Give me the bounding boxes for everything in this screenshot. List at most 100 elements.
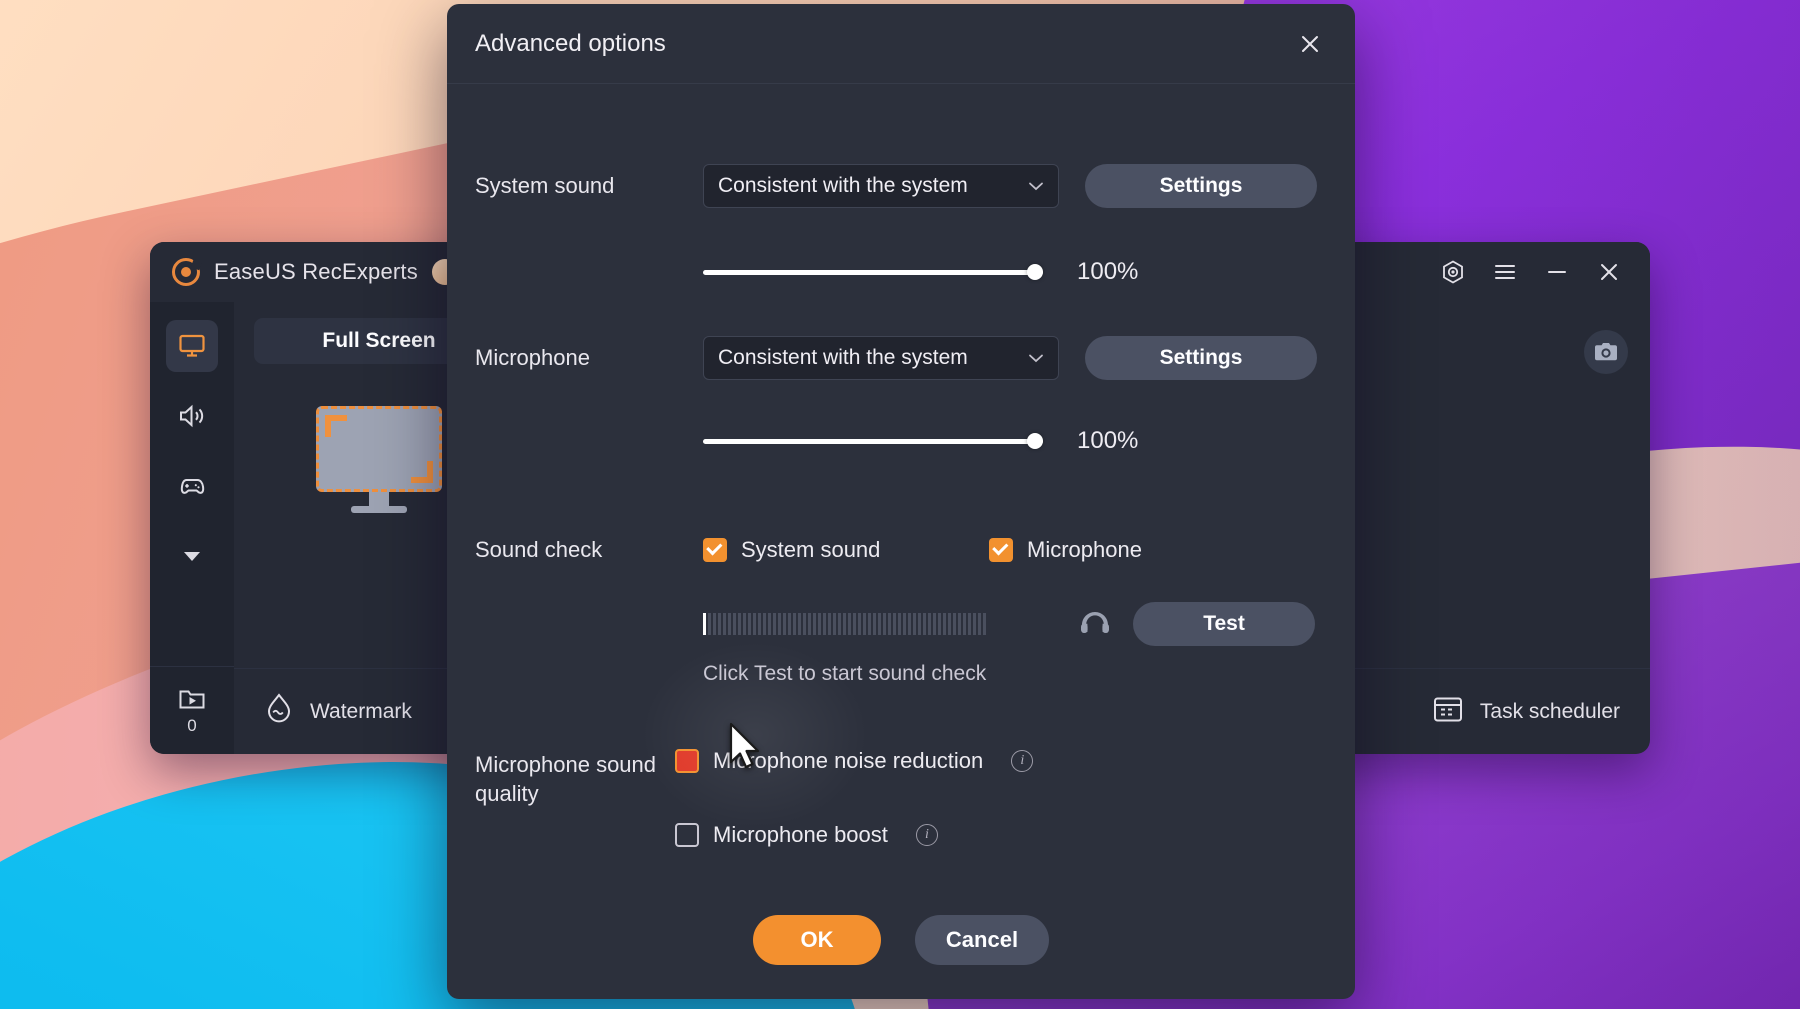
meter-segment [943, 613, 946, 636]
mic-quality-row: Microphone sound quality Microphone nois… [475, 748, 1327, 848]
meter-segment [843, 613, 846, 636]
meter-segment [818, 613, 821, 636]
meter-segment [773, 613, 776, 636]
sound-level-meter [703, 613, 1043, 636]
task-scheduler-label: Task scheduler [1479, 699, 1620, 723]
mic-quality-label: Microphone sound quality [475, 752, 657, 807]
microphone-select[interactable]: Consistent with the system [703, 336, 1059, 380]
desktop-wallpaper: EaseUS RecExperts 0 Full Screen Watermar… [0, 0, 1800, 1009]
mic-boost-checkbox[interactable] [675, 823, 699, 848]
cancel-button[interactable]: Cancel [915, 915, 1049, 965]
meter-segment [983, 613, 986, 636]
recordings-count: 0 [187, 715, 197, 735]
meter-segment [918, 613, 921, 636]
sidebar-item-recordings[interactable]: 0 [150, 666, 234, 754]
sound-check-microphone[interactable]: Microphone [989, 537, 1142, 563]
app-title: EaseUS RecExperts [214, 259, 418, 284]
sidebar-item-audio[interactable] [166, 390, 218, 442]
meter-segment [793, 613, 796, 636]
meter-segment [803, 613, 806, 636]
minimize-icon[interactable] [1534, 249, 1580, 295]
system-sound-select-value: Consistent with the system [718, 174, 968, 197]
meter-segment [873, 613, 876, 636]
sidebar-item-screen[interactable] [166, 320, 218, 372]
app-sidebar: 0 [150, 302, 234, 754]
dialog-footer: OK Cancel [447, 881, 1355, 999]
meter-segment [798, 613, 801, 636]
meter-segment [838, 613, 841, 636]
microphone-settings-button[interactable]: Settings [1085, 336, 1317, 380]
meter-segment [733, 613, 736, 636]
meter-segment [748, 613, 751, 636]
microphone-volume-row: 100% [475, 427, 1327, 455]
noise-reduction-row[interactable]: Microphone noise reduction i [675, 748, 1327, 774]
task-scheduler-button[interactable]: Task scheduler [1432, 694, 1620, 730]
system-sound-volume-row: 100% [475, 258, 1327, 286]
ok-button[interactable]: OK [753, 915, 881, 965]
meter-segment [913, 613, 916, 636]
easeus-logo-icon [172, 258, 200, 286]
slider-track [703, 438, 1043, 444]
meter-segment [948, 613, 951, 636]
menu-hamburger-icon[interactable] [1482, 249, 1528, 295]
close-icon[interactable] [1586, 249, 1632, 295]
system-sound-volume-value: 100% [1077, 258, 1139, 285]
watermark-label: Watermark [310, 699, 412, 723]
meter-segment [868, 613, 871, 636]
system-sound-checkbox[interactable] [703, 537, 727, 562]
info-icon[interactable]: i [915, 824, 938, 847]
advanced-options-dialog: Advanced options System sound Consistent… [447, 4, 1355, 999]
info-icon[interactable]: i [1011, 750, 1034, 773]
calendar-icon [1432, 694, 1464, 730]
meter-segment [738, 613, 741, 636]
camera-icon[interactable] [1584, 330, 1628, 374]
meter-segment [933, 613, 936, 636]
meter-segment [713, 613, 716, 636]
settings-gear-icon[interactable] [1430, 249, 1476, 295]
meter-segment [768, 613, 771, 636]
sidebar-item-game[interactable] [166, 460, 218, 512]
microphone-label: Microphone [475, 345, 590, 371]
microphone-checkbox[interactable] [989, 537, 1013, 562]
meter-segment [863, 613, 866, 636]
meter-segment [728, 613, 731, 636]
close-icon[interactable] [1287, 21, 1333, 67]
microphone-volume-slider[interactable] [703, 432, 1043, 450]
slider-track [703, 269, 1043, 275]
sound-check-system-sound[interactable]: System sound [703, 537, 989, 563]
meter-segment [703, 613, 706, 636]
meter-segment [778, 613, 781, 636]
meter-segment [853, 613, 856, 636]
meter-segment [823, 613, 826, 636]
sidebar-item-more[interactable] [166, 530, 218, 582]
meter-segment [973, 613, 976, 636]
test-button[interactable]: Test [1133, 602, 1315, 647]
sound-check-row: Sound check System sound Microphone [475, 535, 1327, 564]
slider-thumb[interactable] [1027, 433, 1043, 449]
headphone-icon [1073, 610, 1117, 638]
system-sound-select[interactable]: Consistent with the system [703, 164, 1059, 208]
meter-segment [938, 613, 941, 636]
crop-corner-top-left [325, 415, 347, 437]
meter-segment [723, 613, 726, 636]
chevron-down-icon [1028, 350, 1044, 367]
water-drop-icon [264, 692, 294, 732]
system-sound-settings-button[interactable]: Settings [1085, 164, 1317, 208]
meter-segment [888, 613, 891, 636]
noise-reduction-checkbox[interactable] [675, 749, 699, 774]
meter-segment [978, 613, 981, 636]
slider-thumb[interactable] [1027, 264, 1043, 280]
mic-boost-label: Microphone boost [713, 822, 888, 848]
system-sound-label: System sound [475, 173, 615, 199]
mic-boost-row[interactable]: Microphone boost i [675, 822, 1327, 848]
meter-segment [928, 613, 931, 636]
screen-preview-frame [316, 406, 442, 492]
monitor-neck [369, 492, 389, 506]
system-sound-volume-slider[interactable] [703, 263, 1043, 281]
watermark-button[interactable]: Watermark [264, 692, 412, 732]
meter-segment [828, 613, 831, 636]
meter-segment [963, 613, 966, 636]
meter-segment [708, 613, 711, 636]
meter-segment [858, 613, 861, 636]
meter-segment [898, 613, 901, 636]
